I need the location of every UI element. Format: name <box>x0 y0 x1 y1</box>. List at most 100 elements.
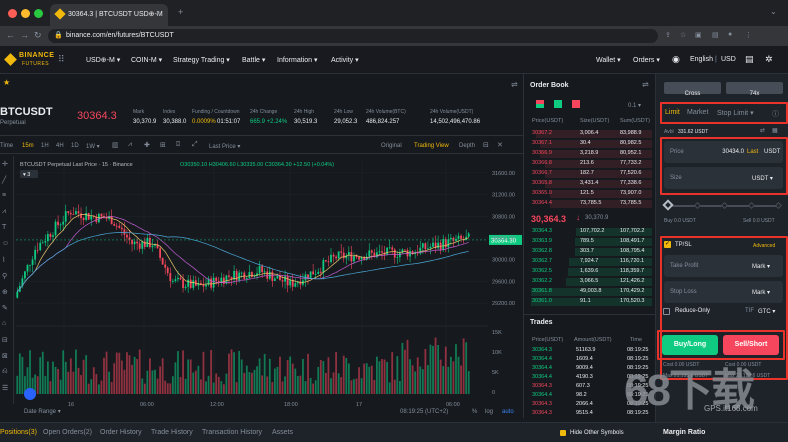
orderbook-row[interactable]: 30364.3 107,702.2 107,702.2 <box>528 228 652 236</box>
take-profit-mark-select[interactable]: Mark ▾ <box>752 263 770 270</box>
compare-icon[interactable]: ✚ <box>144 141 150 149</box>
tif-select[interactable]: GTC ▾ <box>758 308 775 315</box>
nav-strategy-trading[interactable]: Strategy Trading ▾ <box>173 56 230 64</box>
drawing-tool-icon[interactable]: ✛ <box>2 160 8 168</box>
order-type-limit[interactable]: Limit <box>665 109 680 116</box>
nav-coinm[interactable]: COIN-M ▾ <box>131 56 162 64</box>
drawing-tool-icon[interactable]: ⌂ <box>2 320 6 327</box>
drawing-tool-icon[interactable]: ≡ <box>2 192 6 199</box>
precision-select[interactable]: 0.1 ▾ <box>628 102 641 109</box>
nav-wallet[interactable]: Wallet ▾ <box>596 56 621 64</box>
reduce-only-checkbox[interactable] <box>663 308 670 315</box>
drawing-tool-icon[interactable]: ☺ <box>2 240 9 247</box>
close-window-icon[interactable] <box>8 9 17 18</box>
chart-close-icon[interactable]: ✕ <box>497 141 503 149</box>
transfer-icon[interactable]: ⇄ <box>760 127 765 134</box>
orderbook-row[interactable]: 30361.0 91.1 170,520.3 <box>528 298 652 306</box>
browser-tab[interactable]: 30364.3 | BTCUSDT USD⊕-M × <box>50 4 168 26</box>
orderbook-row[interactable]: 30361.8 49,003.8 170,429.2 <box>528 288 652 296</box>
settings-gear-icon[interactable]: ✲ <box>765 54 773 65</box>
margin-mode-button[interactable]: Cross <box>664 82 721 97</box>
drawing-tool-icon[interactable]: ☰ <box>2 384 8 392</box>
interval-1w[interactable]: 1W ▾ <box>86 143 100 150</box>
drawing-tool-icon[interactable]: ⌇ <box>2 256 5 264</box>
sell-short-button[interactable]: Sell/Short <box>723 335 779 355</box>
drawing-tool-icon[interactable]: ⩘ <box>2 208 6 216</box>
slider-mark[interactable] <box>747 201 756 210</box>
orderbook-row[interactable]: 30365.0 121.5 73,907.0 <box>528 190 652 198</box>
slider-mark[interactable] <box>774 201 783 210</box>
plus-icon[interactable]: + <box>178 7 183 17</box>
tpsl-checkbox[interactable]: ✓ <box>664 241 671 248</box>
slider-mark[interactable] <box>693 201 702 210</box>
user-icon[interactable]: ◉ <box>672 54 680 65</box>
slider-handle[interactable] <box>662 199 674 211</box>
calculator-icon[interactable]: ▦ <box>772 127 778 134</box>
interval-1d[interactable]: 1D <box>71 143 79 149</box>
tab-positions[interactable]: Positions(3) <box>0 429 37 436</box>
orderbook-row[interactable]: 30363.9 789.5 108,491.7 <box>528 238 652 246</box>
binance-logo-icon[interactable] <box>4 53 17 66</box>
nav-battle[interactable]: Battle ▾ <box>242 56 265 64</box>
profile-icon[interactable]: ● <box>728 31 732 38</box>
drawing-tool-icon[interactable]: ✎ <box>2 304 8 312</box>
orderbook-row[interactable]: 30364.4 73,785.5 73,785.5 <box>528 200 652 208</box>
forward-icon[interactable]: → <box>20 30 29 40</box>
indicator-icon[interactable]: ▥ <box>112 141 119 149</box>
size-unit-select[interactable]: USDT ▾ <box>752 175 773 182</box>
template-icon[interactable]: ⊞ <box>160 141 166 149</box>
view-original[interactable]: Original <box>381 143 402 149</box>
tab-transaction-history[interactable]: Transaction History <box>202 429 262 436</box>
order-type-market[interactable]: Market <box>687 109 708 116</box>
maximize-window-icon[interactable] <box>34 9 43 18</box>
star-icon[interactable]: ☆ <box>680 31 686 39</box>
drawing-tool-icon[interactable]: T <box>2 224 6 231</box>
book-bids-icon[interactable] <box>554 100 562 108</box>
orderbook-row[interactable]: 30367.2 3,006.4 83,988.9 <box>528 130 652 138</box>
view-trading-view[interactable]: Trading View <box>414 143 449 149</box>
leverage-button[interactable]: 74x <box>726 82 783 97</box>
tab-search-icon[interactable]: ⌄ <box>770 7 777 16</box>
buy-long-button[interactable]: Buy/Long <box>662 335 718 355</box>
hide-other-checkbox[interactable] <box>560 430 566 436</box>
share-icon[interactable]: ⇪ <box>665 31 671 39</box>
drawing-tool-icon[interactable]: ⎌ <box>2 368 8 376</box>
nav-currency[interactable]: USD <box>721 56 736 63</box>
orderbook-row[interactable]: 30366.8 213.6 77,733.2 <box>528 160 652 168</box>
interval-4h[interactable]: 4H <box>56 143 64 149</box>
info-icon[interactable]: ⓘ <box>772 109 779 119</box>
chart-grid-icon[interactable]: ⊟ <box>483 141 489 149</box>
tab-assets[interactable]: Assets <box>272 429 293 436</box>
interval-time[interactable]: Time <box>0 143 13 149</box>
tab-close-icon[interactable]: × <box>156 9 161 18</box>
drawing-tool-icon[interactable]: ⊟ <box>2 336 8 344</box>
interval-15m[interactable]: 15m <box>22 143 34 149</box>
drawing-tool-icon[interactable]: ⊕ <box>2 288 8 296</box>
interval-1h[interactable]: 1H <box>41 143 49 149</box>
tab-open-orders[interactable]: Open Orders(2) <box>43 429 92 436</box>
last-price-select[interactable]: Last Price ▾ <box>209 143 240 150</box>
chart-type-icon[interactable]: ⩘ <box>128 141 132 149</box>
book-both-icon[interactable] <box>536 100 544 108</box>
orderbook-row[interactable]: 30365.8 3,431.4 77,338.6 <box>528 180 652 188</box>
back-icon[interactable]: ← <box>6 30 15 40</box>
drawing-tool-icon[interactable]: ╱ <box>2 176 6 184</box>
sidebar-icon[interactable]: ▤ <box>712 31 719 39</box>
orderbook-settings-icon[interactable]: ⇌ <box>642 80 649 89</box>
size-input[interactable]: Size USDT ▾ <box>664 167 783 189</box>
nav-activity[interactable]: Activity ▾ <box>331 56 359 64</box>
download-icon[interactable]: ▤ <box>745 54 754 65</box>
url-field[interactable]: 🔒 binance.com/en/futures/BTCUSDT <box>48 29 658 43</box>
orderbook-row[interactable]: 30367.1 30.4 80,982.5 <box>528 140 652 148</box>
stop-loss-input[interactable]: Stop Loss Mark ▾ <box>664 281 783 303</box>
price-last-button[interactable]: Last <box>747 149 758 155</box>
candlestick-chart[interactable]: 30364.3031600.0031200.0030800.0030400.00… <box>0 154 523 418</box>
drawing-tool-icon[interactable]: ⚲ <box>2 272 7 280</box>
nav-usdm[interactable]: USD⊕-M ▾ <box>86 56 120 64</box>
fullscreen-icon[interactable]: ⤢ <box>192 141 198 149</box>
drawing-tool-icon[interactable]: ⊠ <box>2 352 8 360</box>
price-input[interactable]: Price 30434.0 Last USDT <box>664 141 783 163</box>
ticker-settings-icon[interactable]: ⇌ <box>511 80 518 89</box>
take-profit-input[interactable]: Take Profit Mark ▾ <box>664 255 783 277</box>
orderbook-row[interactable]: 30366.9 3,218.9 80,952.1 <box>528 150 652 158</box>
